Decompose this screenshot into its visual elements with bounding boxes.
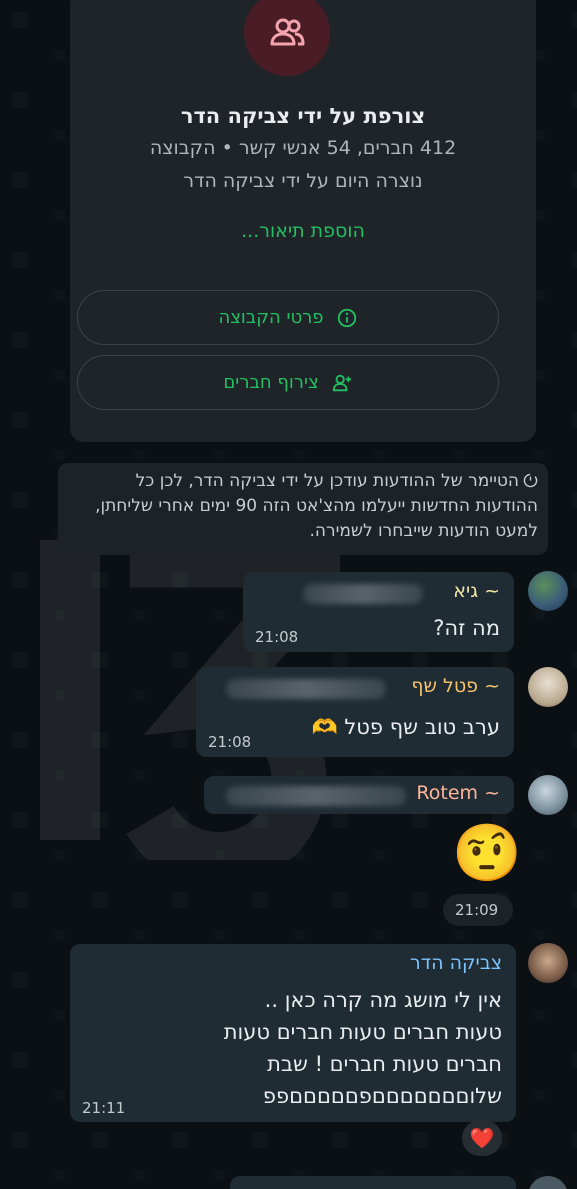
message-bubble[interactable]: ~ Rotem — [204, 776, 514, 814]
message-time: 21:11 — [82, 1099, 126, 1117]
group-info-card: צורפת על ידי צביקה הדר 412 חברים, 54 אנש… — [70, 0, 536, 442]
message-line: אין לי מושג מה קרה כאן .. — [264, 988, 502, 1012]
avatar[interactable] — [528, 1176, 568, 1189]
avatar[interactable] — [528, 775, 568, 815]
message-line: טעות חברים טעות חברים טעות — [223, 1020, 502, 1044]
message-text: מה זה? — [433, 616, 500, 640]
info-icon — [337, 308, 356, 327]
emoji-message[interactable]: 🤨 — [452, 822, 522, 886]
message-bubble[interactable]: צביקה הדר אין לי מושג מה קרה כאן .. טעות… — [70, 944, 516, 1122]
heart-icon: ❤️ — [469, 1126, 495, 1150]
group-icon — [270, 18, 305, 46]
message-bubble[interactable]: ~ פטל שף ערב טוב שף פטל 🫶 21:08 — [196, 667, 514, 757]
message-sender[interactable]: ~ Rotem — [416, 782, 500, 804]
message-sender[interactable]: ~ גיא — [453, 580, 500, 602]
group-stats: 412 חברים, 54 אנשי קשר • הקבוצה — [149, 137, 457, 159]
time-pill: 21:09 — [443, 894, 513, 926]
group-join-title: צורפת על ידי צביקה הדר — [180, 104, 426, 128]
blurred-phone-number — [303, 584, 423, 604]
add-description-link[interactable]: הוספת תיאור... — [70, 220, 536, 242]
add-person-icon — [332, 374, 351, 391]
message-sender[interactable]: ~ פטל שף — [411, 675, 500, 697]
disappearing-messages-notice: הטיימר של ההודעות עודכן על ידי צביקה הדר… — [58, 463, 548, 555]
message-sender[interactable]: צביקה הדר — [410, 952, 502, 974]
avatar[interactable] — [528, 943, 568, 983]
message-line: חברים טעות חברים ! שבת — [267, 1052, 502, 1076]
add-members-label: צירוף חברים — [223, 372, 319, 393]
message-time: 21:09 — [455, 901, 499, 919]
message-text: ערב טוב שף פטל 🫶 — [311, 715, 500, 739]
timer-icon — [523, 473, 538, 488]
notice-text: הטיימר של ההודעות עודכן על ידי צביקה הדר… — [95, 471, 538, 541]
add-members-button[interactable]: צירוף חברים — [77, 355, 499, 410]
blurred-phone-number — [226, 679, 386, 699]
blurred-phone-number — [226, 786, 406, 806]
message-bubble[interactable] — [230, 1176, 516, 1189]
avatar[interactable] — [528, 667, 568, 707]
group-details-button[interactable]: פרטי הקבוצה — [77, 290, 499, 345]
message-bubble[interactable]: ~ גיא מה זה? 21:08 — [243, 572, 514, 652]
avatar[interactable] — [528, 571, 568, 611]
group-details-label: פרטי הקבוצה — [218, 307, 324, 328]
chat-screen: צורפת על ידי צביקה הדר 412 חברים, 54 אנש… — [0, 0, 577, 1189]
message-time: 21:08 — [255, 628, 299, 646]
group-avatar[interactable] — [244, 0, 330, 76]
group-created-info: נוצרה היום על ידי צביקה הדר — [183, 170, 423, 192]
heart-reaction[interactable]: ❤️ — [462, 1120, 502, 1156]
message-line: שלוםםםםםםםפםםםםםפפ — [262, 1084, 502, 1108]
message-time: 21:08 — [208, 733, 252, 751]
